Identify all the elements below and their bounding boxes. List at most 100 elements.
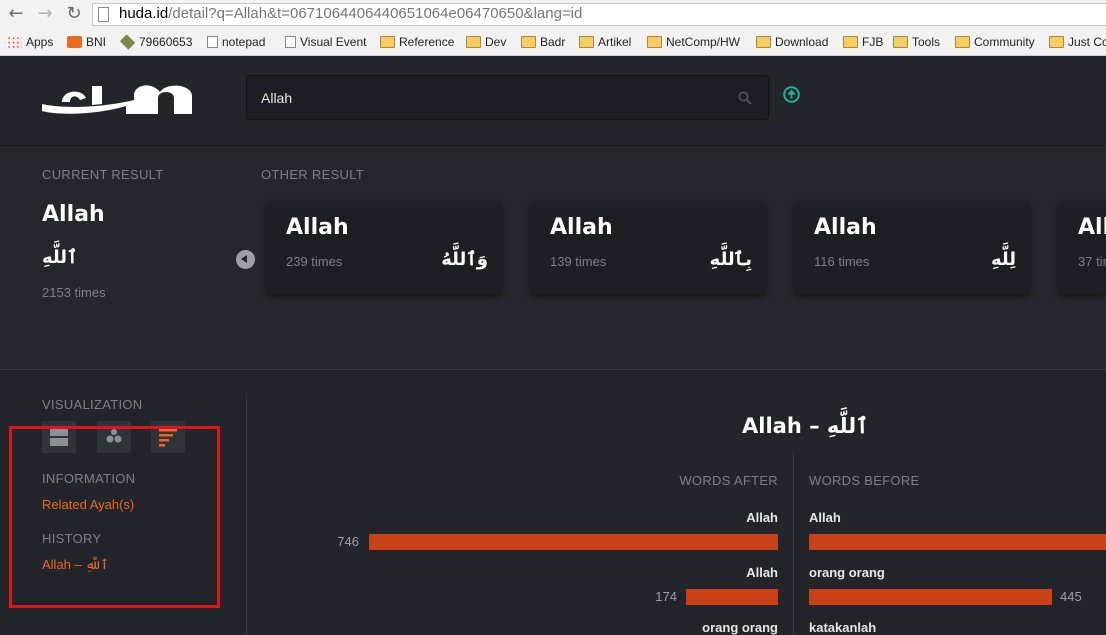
- search-box: [246, 75, 769, 120]
- reload-icon[interactable]: ↻: [64, 4, 84, 24]
- bookmark-netcomp[interactable]: NetComp/HW: [647, 33, 740, 51]
- folder-icon: [466, 36, 481, 48]
- bookmark-apps[interactable]: Apps: [7, 33, 53, 51]
- bookmark-reference[interactable]: Reference: [380, 33, 454, 51]
- bookmark-79660653[interactable]: 79660653: [119, 33, 192, 51]
- viz-title: Allah – ٱللَّهِ: [742, 414, 869, 438]
- after-bar[interactable]: [686, 589, 778, 605]
- bookmark-fjb[interactable]: FJB: [843, 33, 883, 51]
- search-icon[interactable]: [738, 91, 752, 105]
- bookmark-label: Dev: [485, 35, 507, 49]
- card-title: Allah: [550, 215, 613, 240]
- bookmark-label: Artikel: [598, 35, 632, 49]
- bubbles-icon: [106, 429, 122, 443]
- before-count: 445: [1060, 589, 1082, 604]
- viz-bubbles-button[interactable]: [97, 421, 131, 453]
- bni-icon: [67, 36, 82, 48]
- address-bar[interactable]: huda.id/detail?q=Allah&t=067106440644065…: [92, 3, 1106, 26]
- information-label: INFORMATION: [42, 471, 136, 486]
- folder-icon: [579, 36, 594, 48]
- huda-logo[interactable]: [40, 78, 195, 118]
- bookmark-just-co[interactable]: Just Co: [1049, 33, 1106, 51]
- bookmark-label: Download: [775, 35, 829, 49]
- after-count: 746: [337, 534, 359, 549]
- folder-icon: [955, 36, 970, 48]
- result-card[interactable]: Allah 239 times وَٱللَّهُ: [266, 201, 502, 294]
- bookmark-visual-event[interactable]: Visual Event: [285, 33, 367, 51]
- before-word: Allah: [809, 510, 841, 525]
- page-icon: [98, 7, 109, 22]
- apps-icon: [7, 36, 22, 48]
- visualization-label: VISUALIZATION: [42, 397, 143, 412]
- bookmark-badr[interactable]: Badr: [521, 33, 565, 51]
- viz-list-button[interactable]: [151, 421, 185, 453]
- bookmark-notepad[interactable]: notepad: [207, 33, 265, 51]
- page-icon: [285, 36, 296, 48]
- card-arabic: وَٱللَّهُ: [441, 249, 488, 270]
- page-icon: [207, 36, 218, 48]
- bookmark-label: Badr: [540, 35, 566, 49]
- history-label: HISTORY: [42, 531, 102, 546]
- bookmark-community[interactable]: Community: [955, 33, 1035, 51]
- bookmark-artikel[interactable]: Artikel: [579, 33, 631, 51]
- folder-icon: [380, 36, 395, 48]
- bookmark-bni[interactable]: BNI: [67, 33, 106, 51]
- words-after-label: WORDS AFTER: [679, 473, 778, 488]
- result-card[interactable]: Allah 139 times بِٱللَّهِ: [530, 201, 766, 294]
- before-bar[interactable]: [809, 534, 1106, 550]
- before-word: katakanlah: [809, 620, 877, 635]
- bookmark-label: BNI: [86, 35, 107, 49]
- other-result-label: OTHER RESULT: [261, 167, 365, 182]
- folder-icon: [843, 36, 858, 48]
- diamond-icon: [119, 34, 136, 50]
- related-ayah-link[interactable]: Related Ayah(s): [42, 497, 134, 512]
- card-title: Allah: [286, 215, 349, 240]
- url-text[interactable]: huda.id/detail?q=Allah&t=067106440644065…: [119, 5, 582, 22]
- site-header: [0, 56, 1106, 146]
- sort-lines-icon: [159, 429, 177, 447]
- stacked-bars-icon: [50, 428, 68, 446]
- bookmark-download[interactable]: Download: [756, 33, 828, 51]
- bookmark-tools[interactable]: Tools: [893, 33, 940, 51]
- result-card[interactable]: Allah 116 times لِلَّهِ: [794, 201, 1030, 294]
- before-bar[interactable]: [809, 589, 1052, 605]
- card-arabic: بِٱللَّهِ: [709, 249, 752, 270]
- folder-icon: [647, 36, 662, 48]
- card-arabic: لِلَّهِ: [990, 249, 1016, 270]
- current-result-title: Allah: [42, 202, 105, 227]
- after-word: Allah: [746, 510, 778, 525]
- history-item[interactable]: Allah – ٱللَّهِ: [42, 557, 108, 573]
- after-count: 174: [655, 589, 677, 604]
- page: CURRENT RESULT Allah ٱللَّهِ 2153 times …: [0, 56, 1106, 635]
- forward-icon[interactable]: →: [35, 4, 55, 24]
- bookmark-label: notepad: [222, 35, 266, 49]
- url-path: /detail?q=Allah&t=0671064406440651064e06…: [168, 5, 583, 22]
- bookmark-label: Community: [974, 35, 1035, 49]
- folder-icon: [893, 36, 908, 48]
- words-before-label: WORDS BEFORE: [809, 473, 920, 488]
- carousel-prev-icon[interactable]: [236, 250, 255, 269]
- bookmark-dev[interactable]: Dev: [466, 33, 506, 51]
- back-icon[interactable]: ←: [6, 4, 26, 24]
- bookmark-label: Apps: [26, 35, 54, 49]
- url-host: huda.id: [119, 5, 169, 22]
- card-title: Allah: [814, 215, 877, 240]
- folder-icon: [521, 36, 536, 48]
- bookmark-label: Visual Event: [300, 35, 367, 49]
- search-input[interactable]: [261, 88, 721, 108]
- after-word: orang orang: [702, 620, 778, 635]
- viz-bars-button[interactable]: [42, 421, 76, 453]
- bookmark-label: NetComp/HW: [666, 35, 741, 49]
- card-count: 37 times: [1078, 254, 1106, 269]
- detail-section: VISUALIZATION INFORMATION Related Ayah(s…: [0, 371, 1106, 635]
- browser-toolbar: ← → ↻ huda.id/detail?q=Allah&t=067106440…: [0, 0, 1106, 29]
- before-word: orang orang: [809, 565, 885, 580]
- result-card[interactable]: Allah 37 times: [1058, 201, 1106, 294]
- upload-icon[interactable]: [783, 86, 800, 103]
- folder-icon: [756, 36, 771, 48]
- after-word: Allah: [746, 565, 778, 580]
- bookmarks-bar: Apps BNI 79660653 notepad Visual Event R…: [0, 29, 1106, 56]
- current-result-count: 2153 times: [42, 285, 106, 300]
- card-count: 139 times: [550, 254, 607, 269]
- after-bar[interactable]: [369, 534, 778, 550]
